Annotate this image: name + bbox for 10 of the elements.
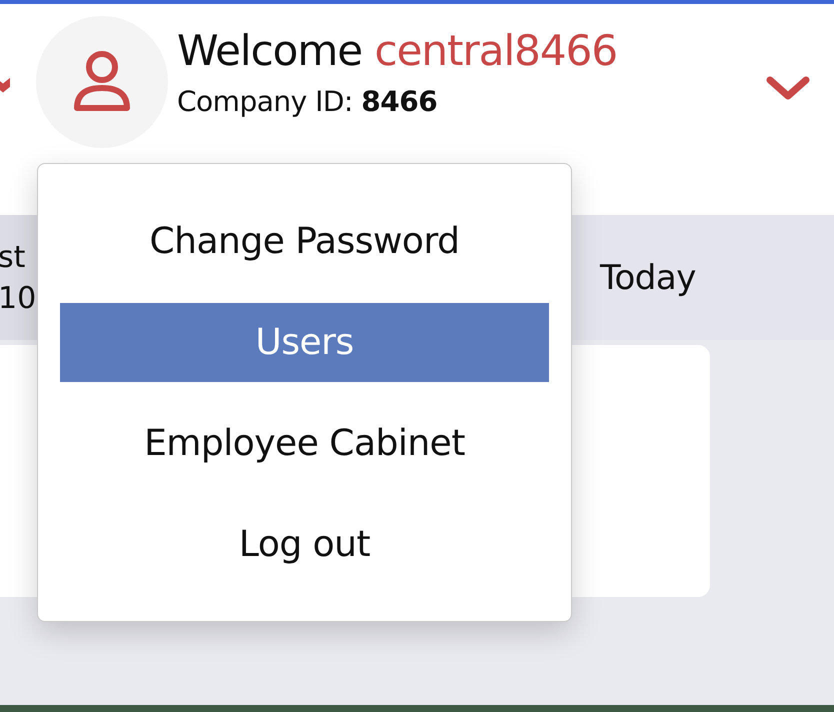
menu-item[interactable]: Users [60,303,549,382]
user-icon [73,50,131,114]
summary-label: 10 [0,280,38,316]
summary-label: st [0,240,26,274]
today-label: Today [600,258,696,298]
menu-item[interactable]: Employee Cabinet [60,404,549,483]
welcome-text: Welcome central8466 [177,26,618,75]
menu-item[interactable]: Log out [60,505,549,584]
menu-item[interactable]: Change Password [60,202,549,281]
company-id-text: Company ID: 8466 [177,85,438,118]
